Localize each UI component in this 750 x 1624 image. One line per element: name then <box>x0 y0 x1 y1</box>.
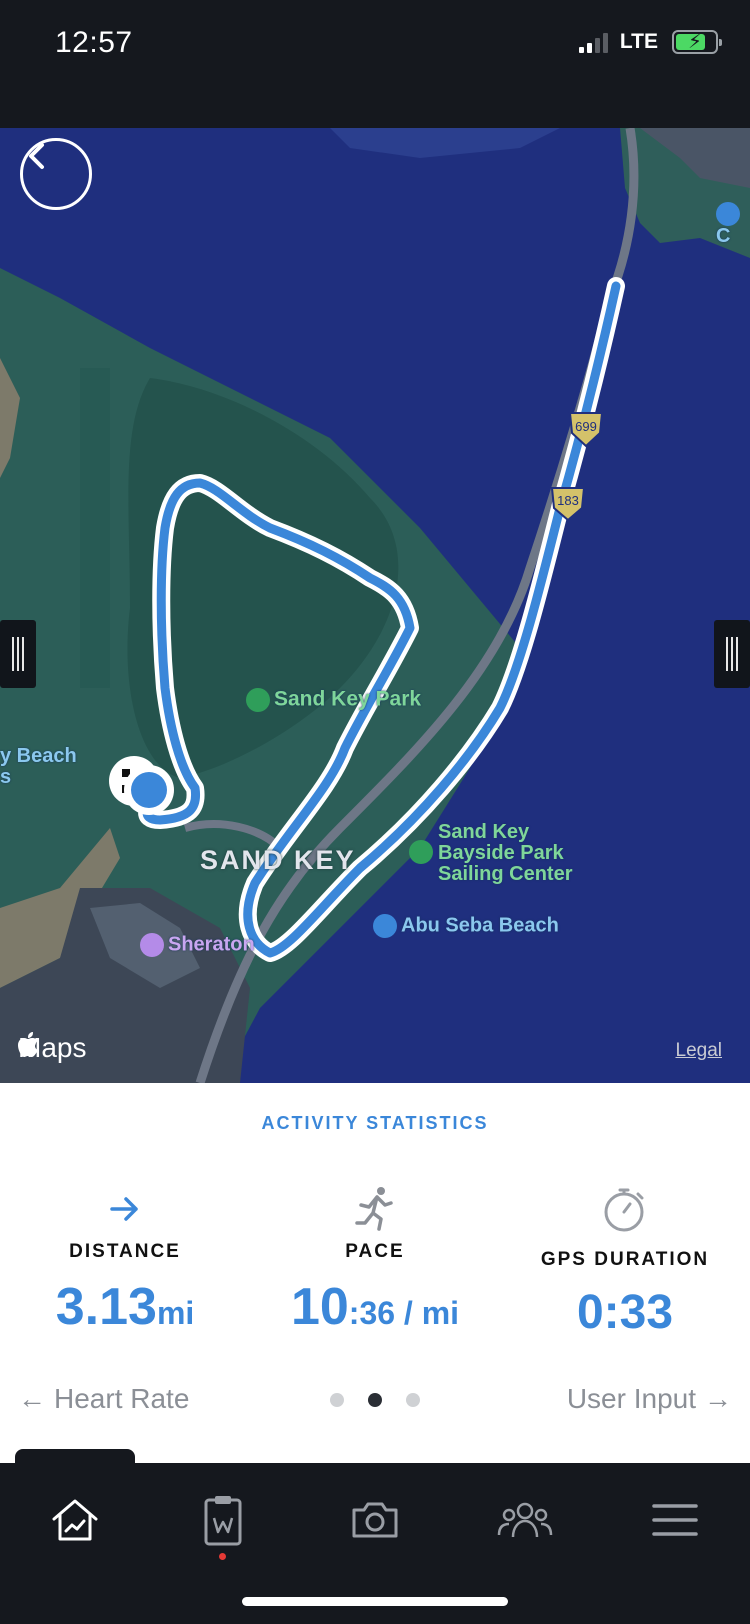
gps-duration-value: 0:33 <box>576 1286 674 1339</box>
map-label-abu-seba-beach: Abu Seba Beach <box>373 914 559 938</box>
heart-rate-nav[interactable]: ← Heart Rate <box>18 1383 189 1415</box>
pace-stat: PACE 10:36 / mi <box>250 1183 500 1337</box>
distance-label: DISTANCE <box>69 1241 181 1262</box>
arrow-left-icon: ← <box>18 1383 46 1414</box>
land-top-strip <box>330 128 560 158</box>
back-button[interactable] <box>20 138 92 210</box>
heart-rate-nav-label: Heart Rate <box>54 1383 190 1414</box>
arrow-right-small-icon: → <box>704 1383 732 1414</box>
beach-icon <box>716 202 740 226</box>
camera-icon <box>352 1502 398 1538</box>
gps-duration-stat: GPS DURATION 0:33 <box>500 1183 750 1340</box>
route-map[interactable]: 699 183 Sand Key Park Sand Key Bayside P… <box>0 128 750 1083</box>
tab-menu[interactable] <box>640 1485 710 1555</box>
distance-stat: DISTANCE 3.13mi <box>0 1183 250 1337</box>
menu-icon <box>652 1504 698 1536</box>
legal-link[interactable]: Legal <box>676 1040 723 1062</box>
tab-bar <box>0 1463 750 1624</box>
network-type: LTE <box>619 30 658 53</box>
runner-icon <box>250 1183 500 1235</box>
map-label-sand-key-park: Sand Key Park <box>246 688 421 712</box>
battery-icon: ⚡ <box>672 30 722 54</box>
map-canvas: 699 183 <box>0 128 750 1083</box>
clipboard-icon <box>204 1496 242 1546</box>
park-icon <box>246 688 270 712</box>
arrow-right-icon <box>0 1183 250 1235</box>
road-shield-1-label: 699 <box>575 419 597 434</box>
apple-maps-attribution: Maps <box>18 1032 87 1063</box>
tab-community[interactable] <box>490 1485 560 1555</box>
beach-icon <box>373 914 397 938</box>
home-indicator <box>242 1597 508 1606</box>
map-label-bayside-park: Sand Key Bayside Park Sailing Center <box>438 821 573 885</box>
user-input-nav[interactable]: User Input → <box>567 1383 732 1415</box>
pace-value: 10:36 / mi <box>290 1278 460 1336</box>
activity-statistics: ACTIVITY STATISTICS DISTANCE 3.13mi PACE… <box>0 1083 750 1463</box>
road-shield-2-label: 183 <box>557 493 579 508</box>
status-bar: 12:57 LTE ⚡ <box>0 0 750 128</box>
user-input-nav-label: User Input <box>566 1383 696 1414</box>
right-panel-handle[interactable] <box>714 620 750 688</box>
page-indicator[interactable] <box>330 1393 420 1407</box>
stopwatch-icon <box>500 1183 750 1235</box>
status-time: 12:57 <box>55 26 133 59</box>
clipboard-notification-badge <box>219 1553 226 1560</box>
sailing-icon <box>409 840 433 864</box>
left-panel-handle[interactable] <box>0 620 36 688</box>
home-icon <box>52 1499 98 1541</box>
charging-bolt-icon: ⚡ <box>687 31 703 53</box>
park-interior <box>80 368 110 688</box>
page-dot[interactable] <box>330 1393 344 1407</box>
map-label-corner: C <box>716 202 750 247</box>
map-label-beach-left: y Beach s <box>0 745 77 788</box>
signal-icon <box>578 31 608 53</box>
page-dot[interactable] <box>406 1393 420 1407</box>
map-label-sheraton: Sheraton <box>140 933 255 957</box>
community-icon <box>497 1502 553 1538</box>
distance-value: 3.13mi <box>55 1278 195 1336</box>
hotel-icon <box>140 933 164 957</box>
tab-camera[interactable] <box>340 1485 410 1555</box>
map-label-area: SAND KEY <box>200 845 356 875</box>
gps-duration-label: GPS DURATION <box>540 1249 710 1270</box>
tab-clipboard[interactable] <box>188 1485 258 1555</box>
page-dot[interactable] <box>368 1393 382 1407</box>
apple-logo-icon <box>18 1032 38 1057</box>
stats-title: ACTIVITY STATISTICS <box>261 1113 489 1133</box>
status-indicators: LTE ⚡ <box>578 30 722 54</box>
chevron-left-icon <box>29 143 44 169</box>
tab-home[interactable] <box>40 1485 110 1555</box>
pace-label: PACE <box>345 1241 405 1262</box>
